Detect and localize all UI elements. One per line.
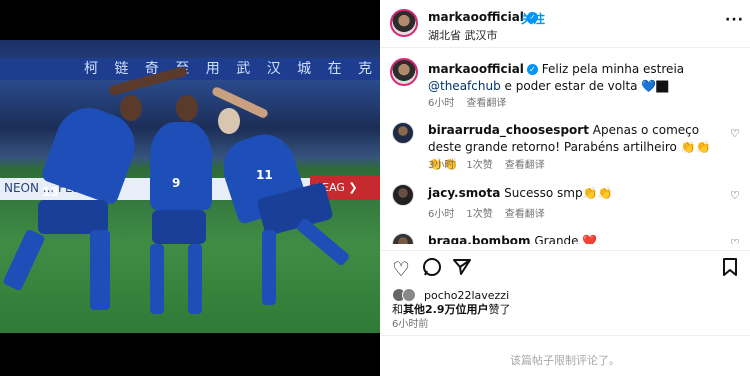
caption-text: markaoofficial ✓ Feliz pela minha estreia…	[428, 61, 718, 95]
comment-translate[interactable]: 查看翻译	[505, 209, 545, 220]
comment-likes[interactable]: 1次赞	[466, 209, 492, 220]
post-photo: 柯 链 奇 至 用 武 汉 城 在 克 NEON ... FEEL LEAG ❯…	[0, 40, 380, 333]
post-timestamp[interactable]: 6小时前	[392, 315, 428, 330]
post-side-panel: markaoofficial ✓ 关注 湖北省 武汉市 ··· markaooff…	[380, 0, 750, 376]
caption-body: Feliz pela minha estreia	[541, 62, 685, 76]
comment-time[interactable]: 3小时	[428, 160, 454, 171]
caption-meta: 6小时 查看翻译	[428, 94, 518, 109]
comment-body: Sucesso smp👏👏	[504, 186, 613, 200]
player-9-leg-right	[188, 244, 202, 314]
caption-time[interactable]: 6小时	[428, 98, 454, 109]
share-icon[interactable]	[452, 257, 472, 282]
caption-username[interactable]: markaoofficial	[428, 62, 524, 76]
comment-like-heart-icon[interactable]: ♡	[730, 237, 742, 244]
comment-icon[interactable]	[422, 257, 442, 282]
comments-list[interactable]: markaoofficial ✓ Feliz pela minha estreia…	[380, 49, 750, 244]
bookmark-icon-svg	[723, 258, 737, 276]
player-11-number: 11	[256, 168, 273, 182]
share-icon-svg	[453, 259, 471, 275]
caption-avatar[interactable]	[390, 58, 418, 86]
author-username-text[interactable]: markaoofficial	[428, 10, 524, 24]
comment-username[interactable]: braga.bombom	[428, 234, 531, 244]
player-11-head	[218, 108, 240, 134]
player-11-leg-right	[295, 217, 351, 267]
player-9-leg-left	[150, 244, 164, 314]
comment-avatar[interactable]	[392, 233, 414, 244]
player-9-shirt	[150, 122, 212, 210]
comments-limited-text: 该篇帖子限制评论了。	[510, 354, 620, 367]
post-header: markaoofficial ✓ 关注 湖北省 武汉市 ···	[380, 0, 750, 48]
liker-avatar[interactable]	[402, 288, 416, 302]
likes-suffix: 赞了	[488, 303, 511, 316]
caption-body-end: e poder estar de volta 💙🏿	[500, 79, 669, 93]
comment-time[interactable]: 6小时	[428, 209, 454, 220]
player-13-leg-right	[90, 230, 110, 310]
more-options-icon[interactable]: ···	[725, 12, 744, 28]
caption-translate[interactable]: 查看翻译	[466, 98, 506, 109]
player-9-number: 9	[172, 176, 181, 190]
post-actions-bar: ♡	[380, 250, 750, 282]
comment-avatar[interactable]	[392, 184, 414, 206]
follow-button[interactable]: 关注	[521, 10, 545, 27]
comment-likes[interactable]: 1次赞	[466, 160, 492, 171]
heart-icon[interactable]: ♡	[392, 257, 410, 281]
player-13-leg-left	[2, 228, 46, 292]
instagram-post-modal: 柯 链 奇 至 用 武 汉 城 在 克 NEON ... FEEL LEAG ❯…	[0, 0, 750, 376]
stadium-banner: 柯 链 奇 至 用 武 汉 城 在 克	[0, 58, 380, 80]
player-11-leg-left	[262, 230, 276, 305]
comment-icon-svg	[423, 258, 441, 276]
comment-like-heart-icon[interactable]: ♡	[730, 127, 742, 140]
comment-translate[interactable]: 查看翻译	[505, 160, 545, 171]
bookmark-icon[interactable]	[722, 257, 738, 282]
comment-text: jacy.smota Sucesso smp👏👏	[428, 185, 718, 202]
player-9-head	[176, 95, 198, 121]
post-media[interactable]: 柯 链 奇 至 用 武 汉 城 在 克 NEON ... FEEL LEAG ❯…	[0, 0, 380, 376]
author-avatar[interactable]	[390, 9, 418, 37]
comment-avatar[interactable]	[392, 122, 414, 144]
player-9-shorts	[152, 210, 206, 244]
comment-username[interactable]: jacy.smota	[428, 186, 500, 200]
comment-text: braga.bombom Grande ❤️	[428, 233, 718, 244]
caption-mention[interactable]: @theafchub	[428, 79, 501, 93]
comment-like-heart-icon[interactable]: ♡	[730, 189, 742, 202]
comments-limited-bar: 该篇帖子限制评论了。	[380, 335, 750, 376]
player-13-number: 13	[42, 185, 59, 199]
post-location[interactable]: 湖北省 武汉市	[428, 27, 498, 43]
verified-badge-icon: ✓	[526, 64, 538, 75]
comment-username[interactable]: biraarruda_choosesport	[428, 123, 589, 137]
player-13-head	[120, 95, 142, 121]
comment-meta: 6小时 1次赞 查看翻译	[428, 205, 557, 220]
comment-meta: 3小时 1次赞 查看翻译	[428, 156, 557, 171]
comment-body: Grande ❤️	[534, 234, 598, 244]
player-13-shorts	[38, 200, 108, 234]
